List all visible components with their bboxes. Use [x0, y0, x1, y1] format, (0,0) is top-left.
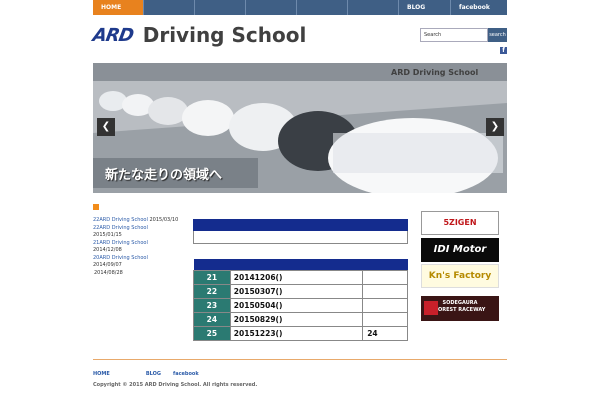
row-extra [362, 311, 408, 327]
post-link[interactable]: 22ARD Driving School [93, 225, 148, 231]
footer-facebook-link[interactable]: facebook [173, 371, 199, 377]
row-date[interactable]: 20150829() [229, 311, 364, 327]
post-link[interactable]: 21ARD Driving School [93, 240, 148, 246]
post-link[interactable]: 22ARD Driving School [93, 217, 148, 223]
logo-text: Driving School [142, 23, 307, 47]
nav-item-2[interactable] [144, 0, 195, 15]
row-date[interactable]: 20150307() [229, 283, 364, 299]
table-row: 23 20150504() [193, 297, 408, 313]
row-extra: 24 [362, 325, 408, 341]
post-date: 2015/03/10 [149, 217, 179, 223]
row-number: 24 [193, 311, 231, 327]
hero-brand-tag: ARD Driving School [391, 68, 479, 77]
info-table-body [193, 231, 408, 244]
top-nav: HOME BLOG facebook [93, 0, 507, 15]
list-item: 20ARD Driving School [93, 255, 193, 263]
row-number: 23 [193, 297, 231, 313]
site-logo[interactable]: ARD Driving School [91, 22, 307, 48]
list-item: 22ARD Driving School 2015/03/10 [93, 217, 193, 225]
hero-slideshow: ARD Driving School 新たな走りの領域へ ❮ ❯ [93, 63, 507, 193]
nav-item-4[interactable] [246, 0, 297, 15]
banner-sodegaura-forest-raceway[interactable]: SODEGAURA FOREST RACEWAY [421, 296, 499, 321]
post-date: 2015/01/15 [93, 232, 122, 238]
row-extra [362, 269, 408, 285]
list-item: 22ARD Driving School [93, 225, 193, 233]
info-table [193, 219, 408, 244]
banner-idi-motor-sports[interactable]: IDI Motor Sports [421, 238, 499, 262]
banner-5zigen[interactable]: 5ZIGEN [421, 211, 499, 235]
raceway-logo-icon [424, 301, 438, 315]
post-date: 2014/12/08 [93, 247, 122, 253]
list-item: 21ARD Driving School [93, 240, 193, 248]
rss-icon[interactable] [93, 204, 99, 210]
row-number: 22 [193, 283, 231, 299]
hero-caption: 新たな走りの領域へ [105, 168, 223, 183]
nav-blog[interactable]: BLOG [399, 0, 451, 15]
slider-next-icon[interactable]: ❯ [486, 118, 504, 136]
nav-item-3[interactable] [195, 0, 246, 15]
copyright-text: Copyright © 2015 ARD Driving School. All… [93, 382, 258, 388]
table-row: 21 20141206() [193, 269, 408, 285]
search-button[interactable]: search [488, 28, 507, 42]
post-link[interactable]: 20ARD Driving School [93, 255, 148, 261]
table-row: 22 20150307() [193, 283, 408, 299]
table-row: 25 20151223() 24 [193, 325, 408, 341]
row-date[interactable]: 20141206() [229, 269, 364, 285]
nav-facebook[interactable]: facebook [451, 0, 503, 15]
info-table-header [193, 219, 408, 231]
nav-item-6[interactable] [348, 0, 399, 15]
nav-item-5[interactable] [297, 0, 348, 15]
row-date[interactable]: 20150504() [229, 297, 364, 313]
row-number: 21 [193, 269, 231, 285]
search-input[interactable]: Search [420, 28, 488, 42]
row-extra [362, 283, 408, 299]
footer-home-link[interactable]: HOME [93, 371, 110, 377]
banner-kns-factory[interactable]: Kn's Factory [421, 264, 499, 288]
slider-prev-icon[interactable]: ❮ [97, 118, 115, 136]
schedule-table-header [193, 259, 408, 270]
facebook-icon[interactable]: f [500, 47, 507, 54]
footer-divider [93, 359, 507, 360]
row-number: 25 [193, 325, 231, 341]
row-date[interactable]: 20151223() [229, 325, 364, 341]
schedule-table: 21 20141206() 22 20150307() 23 20150504(… [193, 259, 408, 341]
recent-posts: 22ARD Driving School 2015/03/10 22ARD Dr… [93, 217, 193, 277]
logo-mark: ARD [91, 24, 135, 46]
footer-nav: HOME BLOG facebook [93, 371, 235, 377]
footer-blog-link[interactable]: BLOG [146, 371, 161, 377]
post-date: 2014/09/07 [93, 262, 122, 268]
post-date: 2014/08/28 [94, 269, 123, 276]
row-extra [362, 297, 408, 313]
table-row: 24 20150829() [193, 311, 408, 327]
nav-home[interactable]: HOME [93, 0, 144, 15]
